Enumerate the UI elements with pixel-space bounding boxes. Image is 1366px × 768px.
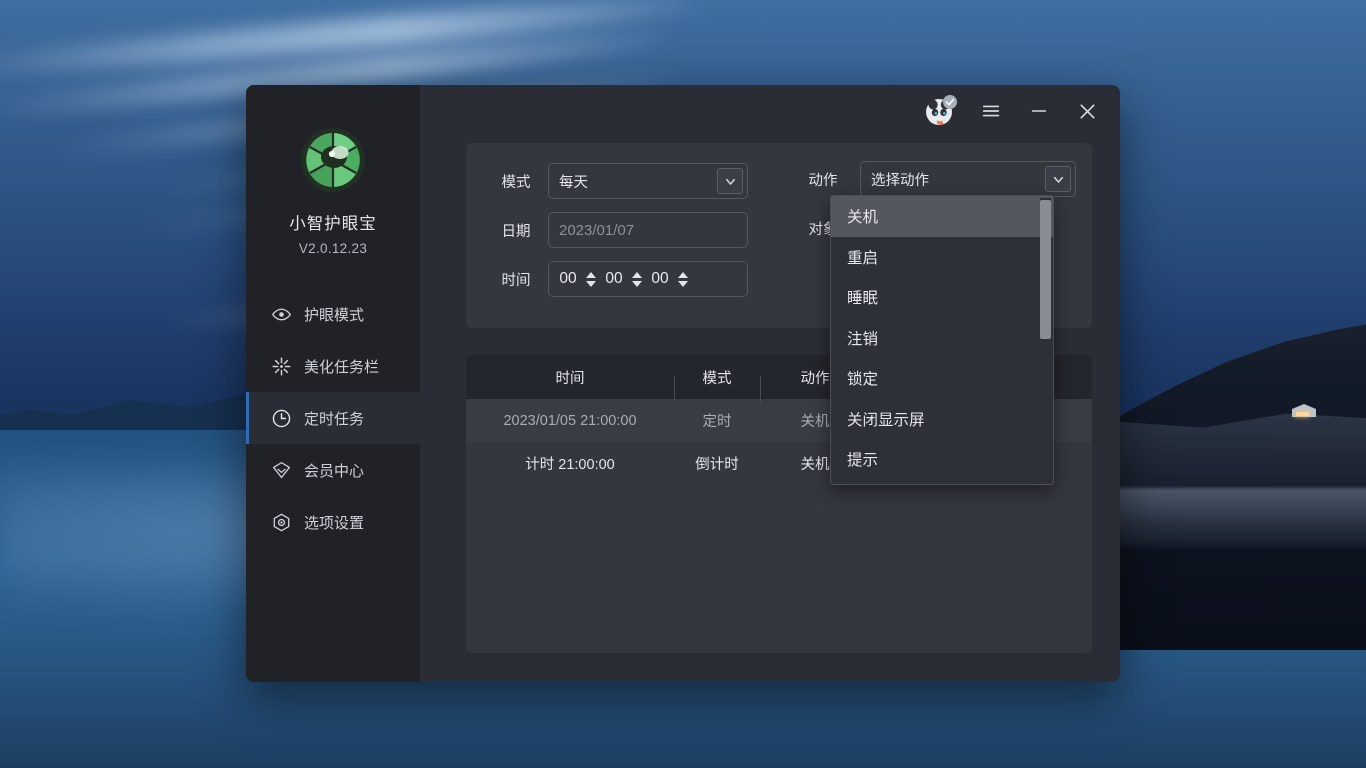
camera-aperture-eye-logo-icon — [300, 127, 366, 193]
sidebar-item-label: 美化任务栏 — [304, 358, 380, 376]
date-input-wrapper: 2023/01/07 — [548, 212, 748, 248]
action-dropdown-list[interactable]: 关机 重启 睡眠 注销 锁定 关闭显示屏 提示 — [830, 195, 1054, 485]
title-bar — [420, 85, 1120, 137]
action-select-value: 选择动作 — [871, 172, 929, 189]
minimize-icon[interactable] — [1024, 96, 1054, 126]
dropdown-option-notify[interactable]: 提示 — [831, 439, 1053, 480]
eye-icon — [270, 303, 292, 325]
minute-stepper[interactable] — [629, 271, 645, 287]
close-icon[interactable] — [1072, 96, 1102, 126]
dropdown-option-sleep[interactable]: 睡眠 — [831, 277, 1053, 318]
second-stepper[interactable] — [675, 271, 691, 287]
sidebar-item-option-settings[interactable]: 选项设置 — [246, 496, 420, 548]
hamburger-menu-icon[interactable] — [976, 96, 1006, 126]
hour-value[interactable]: 00 — [557, 270, 579, 288]
date-input[interactable]: 2023/01/07 — [548, 212, 748, 248]
sidebar-item-label: 定时任务 — [304, 410, 365, 428]
action-label: 动作 — [808, 172, 838, 189]
time-stepper-group: 00 00 00 — [548, 261, 748, 297]
app-name: 小智护眼宝 — [289, 215, 377, 233]
date-label: 日期 — [501, 223, 531, 240]
sidebar-item-label: 护眼模式 — [304, 306, 365, 324]
action-select[interactable]: 选择动作 — [860, 161, 1076, 197]
hour-stepper[interactable] — [583, 271, 599, 287]
user-avatar-verified-icon[interactable] — [924, 94, 958, 128]
sidebar-item-label: 选项设置 — [304, 514, 365, 532]
table-header-time: 时间 — [555, 370, 585, 387]
sidebar-nav: 护眼模式 美化任务栏 定时任务 会员中心 选项设置 — [246, 288, 420, 548]
sidebar-item-taskbar-beautify[interactable]: 美化任务栏 — [246, 340, 420, 392]
sidebar-item-eye-protection[interactable]: 护眼模式 — [246, 288, 420, 340]
cell-time: 2023/01/05 21:00:00 — [503, 412, 637, 429]
cell-time: 计时 21:00:00 — [525, 457, 615, 473]
desktop-background: 小智护眼宝 V2.0.12.23 护眼模式 美化任务栏 定时任务 会员中心 选项… — [0, 0, 1366, 768]
logo-container — [246, 85, 420, 198]
action-row: 动作 选择动作 — [786, 161, 1076, 197]
time-input-wrapper: 00 00 00 — [548, 261, 748, 297]
wallpaper-house-window-light — [1296, 412, 1309, 416]
mode-select[interactable]: 每天 — [548, 163, 748, 199]
gear-hex-icon — [270, 511, 292, 533]
mode-label: 模式 — [501, 174, 531, 191]
dropdown-option-monitor-off[interactable]: 关闭显示屏 — [831, 399, 1053, 440]
action-select-wrapper: 选择动作 — [860, 161, 1076, 197]
mode-select-value: 每天 — [559, 174, 588, 191]
sidebar-item-member-center[interactable]: 会员中心 — [246, 444, 420, 496]
sidebar-item-scheduled-tasks[interactable]: 定时任务 — [246, 392, 420, 444]
sidebar-item-label: 会员中心 — [304, 462, 365, 480]
dropdown-option-logoff[interactable]: 注销 — [831, 318, 1053, 359]
cell-mode: 定时 — [702, 414, 732, 430]
chevron-down-icon[interactable] — [717, 168, 743, 194]
clock-icon — [270, 407, 292, 429]
time-label: 时间 — [501, 272, 531, 289]
dropdown-option-lock[interactable]: 锁定 — [831, 358, 1053, 399]
second-value[interactable]: 00 — [649, 270, 671, 288]
chevron-down-icon[interactable] — [1045, 166, 1071, 192]
dropdown-option-restart[interactable]: 重启 — [831, 237, 1053, 278]
dropdown-scrollbar-thumb[interactable] — [1040, 200, 1051, 339]
dropdown-option-shutdown[interactable]: 关机 — [831, 196, 1053, 237]
sidebar: 小智护眼宝 V2.0.12.23 护眼模式 美化任务栏 定时任务 会员中心 选项… — [246, 85, 420, 682]
sparkle-icon — [270, 355, 292, 377]
table-header-mode: 模式 — [674, 367, 760, 402]
minute-value[interactable]: 00 — [603, 270, 625, 288]
cell-mode: 倒计时 — [695, 457, 739, 473]
diamond-icon — [270, 459, 292, 481]
mode-select-wrapper: 每天 — [548, 163, 748, 199]
app-version: V2.0.12.23 — [298, 241, 368, 256]
